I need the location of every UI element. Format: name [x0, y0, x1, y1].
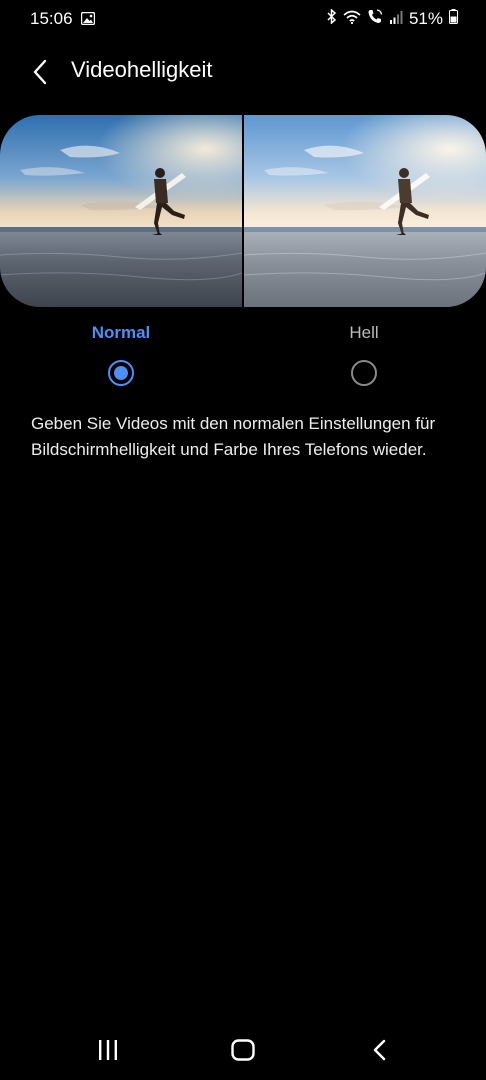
app-header: Videohelligkeit	[0, 48, 486, 94]
signal-icon	[389, 10, 403, 29]
brightness-preview	[0, 115, 486, 307]
navigation-bar	[0, 1020, 486, 1080]
status-icons: 51%	[327, 8, 458, 29]
radio-hell[interactable]	[351, 360, 377, 386]
back-icon	[373, 1039, 386, 1061]
wifi-icon	[343, 10, 361, 29]
home-icon	[231, 1039, 255, 1061]
home-button[interactable]	[219, 1032, 267, 1068]
status-time: 15:06	[30, 9, 73, 28]
option-description: Geben Sie Videos mit den normalen Einste…	[31, 414, 436, 459]
battery-percentage: 51%	[408, 9, 443, 28]
bluetooth-icon	[327, 8, 337, 29]
status-bar: 15:06 51%	[0, 0, 486, 42]
call-icon	[367, 9, 383, 29]
gallery-icon	[80, 11, 96, 30]
option-normal-label[interactable]: Normal	[41, 323, 201, 343]
recents-icon	[99, 1040, 117, 1060]
recents-button[interactable]	[84, 1032, 132, 1068]
preview-bright-image	[244, 115, 486, 307]
radio-normal[interactable]	[108, 360, 134, 386]
radio-selected-dot	[114, 366, 128, 380]
battery-icon	[449, 9, 458, 29]
chevron-left-icon	[33, 59, 47, 85]
back-button[interactable]	[22, 54, 58, 90]
preview-normal-image	[0, 115, 242, 307]
option-hell-label[interactable]: Hell	[284, 323, 444, 343]
nav-back-button[interactable]	[356, 1032, 404, 1068]
page-title: Videohelligkeit	[71, 57, 213, 82]
